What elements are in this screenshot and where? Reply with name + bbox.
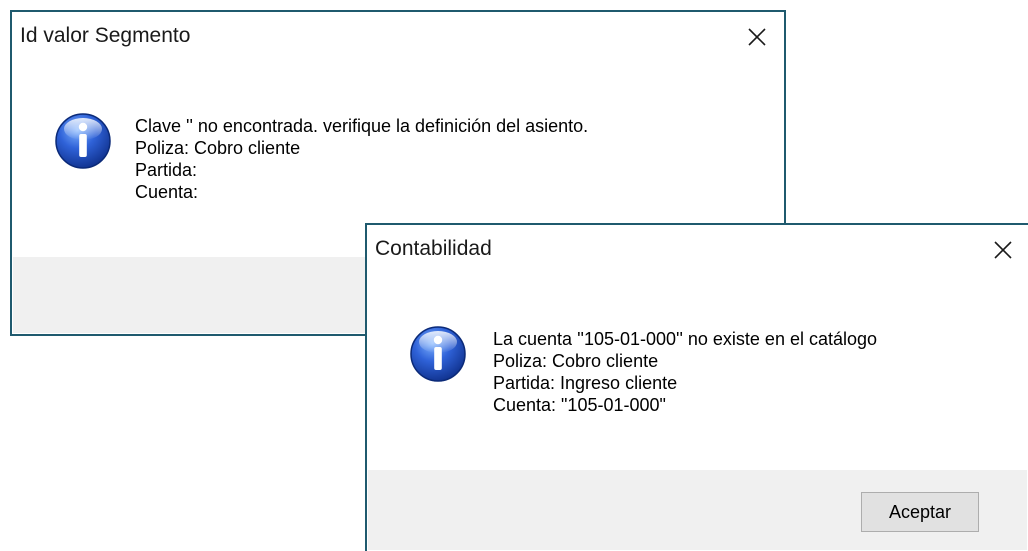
message-line: Poliza: Cobro cliente (493, 351, 659, 371)
title-bar[interactable]: Id valor Segmento (12, 12, 784, 62)
dialog-title: Contabilidad (375, 237, 492, 260)
dialog-footer: Aceptar (368, 470, 1027, 550)
desktop: Id valor Segmento Clave '' no encontrada… (0, 0, 1028, 551)
close-icon (994, 241, 1012, 259)
message-line: La cuenta ''105-01-000'' no existe en el… (493, 329, 878, 349)
info-icon (55, 113, 111, 169)
message-text: La cuenta ''105-01-000'' no existe en el… (493, 328, 877, 416)
aceptar-button[interactable]: Aceptar (861, 492, 979, 532)
message-line: Partida: (135, 160, 198, 180)
close-button[interactable] (742, 22, 772, 52)
message-line: Cuenta: (135, 182, 199, 202)
message-line: Cuenta: "105-01-000" (493, 395, 666, 415)
message-text: Clave '' no encontrada. verifique la def… (135, 115, 588, 203)
info-icon (410, 326, 466, 382)
dialog-contabilidad: Contabilidad La cuenta ''105-01-000'' no… (365, 223, 1028, 551)
message-line: Clave '' no encontrada. verifique la def… (135, 116, 589, 136)
title-bar[interactable]: Contabilidad (367, 225, 1028, 275)
message-line: Poliza: Cobro cliente (135, 138, 301, 158)
close-icon (748, 28, 766, 46)
message-line: Partida: Ingreso cliente (493, 373, 678, 393)
close-button[interactable] (988, 235, 1018, 265)
dialog-title: Id valor Segmento (20, 24, 191, 47)
